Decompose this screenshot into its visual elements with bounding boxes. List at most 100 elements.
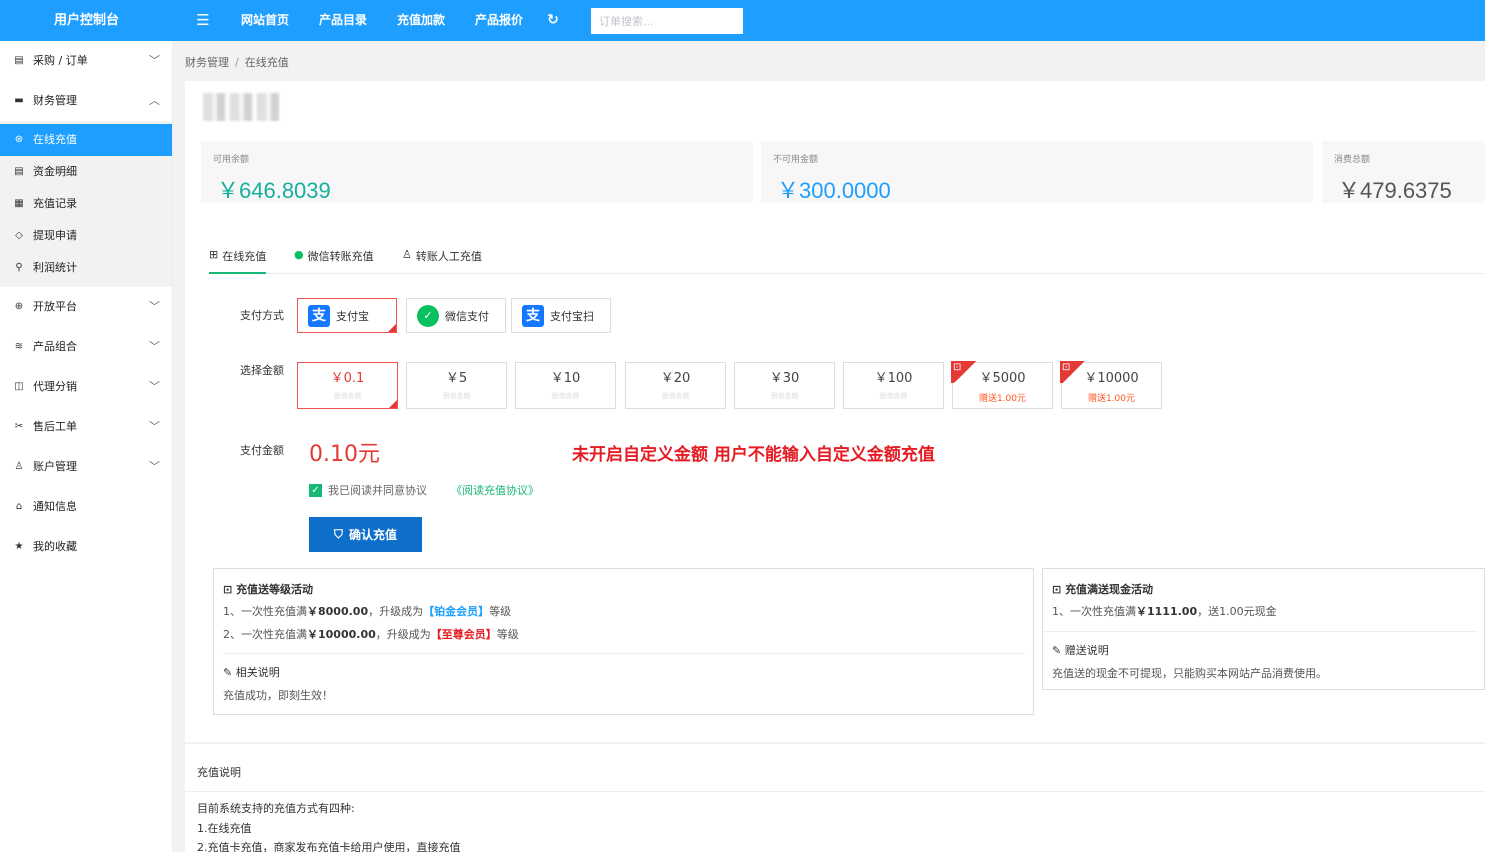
amount-option[interactable]: ⊡ ￥10000 赠送1.00元 — [1060, 361, 1162, 409]
pay-option-wechat[interactable]: ✓ 微信支付 — [406, 298, 506, 333]
promo-cash-note-title: ✎ 赠送说明 — [1052, 642, 1109, 658]
sidebar-item-recharge-records[interactable]: ▦ 充值记录 — [0, 188, 172, 220]
promo-cash-line: 1、一次性充值满￥1111.00，送1.00元现金 — [1052, 603, 1277, 619]
pay-option-alipay-scan[interactable]: 支 支付宝扫 — [511, 298, 611, 333]
tab-wechat-transfer[interactable]: ● 微信转账充值 — [294, 248, 374, 274]
recharge-description-card: 充值说明 目前系统支持的充值方式有四种: 1.在线充值 2.充值卡充值，商家发布… — [185, 744, 1485, 852]
pay-option-label: 支付宝 — [336, 309, 369, 323]
sidebar-item-favorites[interactable]: ★ 我的收藏 — [0, 527, 172, 567]
sidebar-item-online-recharge[interactable]: ⊛ 在线充值 — [0, 124, 172, 156]
chevron-down-icon: ﹀ — [149, 340, 160, 353]
menu-icon[interactable]: ☰ — [194, 11, 212, 29]
layers-icon: ≋ — [14, 341, 24, 352]
unavailable-balance-stat: 不可用金额 ￥300.0000 — [761, 141, 1313, 203]
promo-amount: ￥10000.00 — [307, 628, 376, 641]
confirm-button-label: 确认充值 — [349, 528, 398, 542]
agreement-checkbox[interactable]: ✓ — [309, 483, 322, 497]
tools-icon: ✂ — [14, 421, 24, 432]
finance-icon: ▬ — [14, 95, 24, 106]
chevron-down-icon: ﹀ — [149, 300, 160, 313]
amount-option[interactable]: ￥30 面值金额 — [734, 362, 835, 409]
amount-option[interactable]: ￥10 面值金额 — [515, 362, 616, 409]
pay-option-alipay[interactable]: 支 支付宝 — [297, 298, 397, 333]
nav-home[interactable]: 网站首页 — [226, 0, 304, 41]
pay-amount-value: 0.10元 — [309, 442, 380, 467]
agent-icon: ◫ — [14, 381, 24, 392]
chevron-down-icon: ﹀ — [149, 460, 160, 473]
amount-option[interactable]: ⊡ ￥5000 赠送1.00元 — [951, 361, 1053, 409]
brand-title[interactable]: 用户控制台 — [0, 0, 173, 41]
edit-note-icon: ✎ — [1052, 644, 1062, 657]
amount-option[interactable]: ￥100 面值金额 — [843, 362, 944, 409]
amount-gift-note: 赠送1.00元 — [1087, 394, 1136, 404]
promo-text: 等级 — [496, 628, 519, 641]
sidebar-item-label: 代理分销 — [33, 380, 77, 393]
promo-text: ，送1.00元现金 — [1197, 605, 1277, 618]
amount-sub: 面值金额 — [879, 392, 908, 400]
amount-label: 选择金额 — [240, 364, 284, 377]
yen-icon: ⊛ — [14, 134, 24, 145]
amount-gift-note: 赠送1.00元 — [978, 394, 1027, 404]
sidebar-item-label: 通知信息 — [33, 500, 77, 513]
nav-recharge[interactable]: 充值加款 — [382, 0, 460, 41]
divider — [223, 653, 1026, 654]
sidebar-item-notifications[interactable]: ⌂ 通知信息 — [0, 487, 172, 527]
amount-sub: 面值金额 — [661, 392, 690, 400]
sidebar-item-label: 在线充值 — [33, 133, 77, 146]
nav-catalog[interactable]: 产品目录 — [304, 0, 382, 41]
chevron-up-icon: ︿ — [149, 94, 160, 107]
tab-label: 微信转账充值 — [307, 250, 374, 263]
amount-option[interactable]: ￥5 面值金额 — [406, 362, 507, 409]
sidebar-item-agent[interactable]: ◫ 代理分销 ﹀ — [0, 367, 172, 407]
breadcrumb-current: 在线充值 — [244, 56, 289, 69]
tag-icon: ◇ — [15, 230, 23, 241]
chevron-down-icon: ﹀ — [149, 420, 160, 433]
sidebar-item-finance[interactable]: ▬ 财务管理 ︿ — [0, 81, 172, 121]
promo-text: 1、一次性充值满 — [1052, 605, 1136, 618]
confirm-recharge-button[interactable]: ⛉ 确认充值 — [309, 517, 422, 552]
available-balance-label: 可用余额 — [213, 155, 250, 165]
calendar-icon: ▦ — [14, 198, 24, 209]
sidebar-item-open-platform[interactable]: ⊕ 开放平台 ﹀ — [0, 287, 172, 327]
promo-text: ，升级成为 — [368, 605, 424, 618]
promo-level-name: 【至尊会员】 — [430, 628, 497, 641]
promo-amount: ￥1111.00 — [1136, 605, 1198, 618]
breadcrumb-separator: / — [235, 56, 239, 69]
description-title: 充值说明 — [197, 766, 241, 779]
agreement-link[interactable]: 《阅读充值协议》 — [451, 482, 539, 498]
wechat-pay-icon: ✓ — [417, 304, 439, 327]
edit-note-icon: ✎ — [223, 666, 233, 679]
sidebar-item-label: 产品组合 — [33, 340, 77, 353]
alipay-icon: 支 — [308, 304, 330, 327]
tab-online-recharge[interactable]: ⊞ 在线充值 — [209, 248, 267, 274]
amount-option[interactable]: ￥0.1 面值金额 — [297, 362, 398, 409]
gift-icon: ⊡ — [951, 361, 979, 383]
recharge-tabs: ⊞ 在线充值 ● 微信转账充值 ♙ 转账人工充值 — [209, 230, 1485, 274]
promo-text: 2、一次性充值满 — [223, 628, 307, 641]
sidebar-item-fund-details[interactable]: ▤ 资金明细 — [0, 156, 172, 188]
note-title-text: 相关说明 — [235, 666, 280, 679]
balance-card: 可用余额 ￥646.8039 不可用金额 ￥300.0000 消费总额 ￥479… — [185, 81, 1485, 253]
sidebar-item-after-sales[interactable]: ✂ 售后工单 ﹀ — [0, 407, 172, 447]
custom-amount-notice: 未开启自定义金额 用户不能输入自定义金额充值 — [572, 445, 935, 465]
chevron-down-icon: ﹀ — [149, 380, 160, 393]
gift-icon: ⊡ — [1052, 583, 1062, 596]
refresh-icon[interactable]: ↻ — [545, 11, 561, 29]
total-spent-value: ￥479.6375 — [1338, 178, 1452, 203]
nav-quote[interactable]: 产品报价 — [460, 0, 538, 41]
shield-icon: ⛉ — [333, 527, 343, 541]
breadcrumb-parent[interactable]: 财务管理 — [185, 56, 229, 69]
amount-option[interactable]: ￥20 面值金额 — [625, 362, 726, 409]
tab-manual-transfer[interactable]: ♙ 转账人工充值 — [402, 248, 482, 274]
sidebar-item-orders[interactable]: ▤ 采购 / 订单 ﹀ — [0, 41, 172, 81]
user-icon: ♙ — [14, 461, 24, 472]
sidebar-item-account[interactable]: ♙ 账户管理 ﹀ — [0, 447, 172, 487]
sidebar-item-profit-stats[interactable]: ⚲ 利润统计 — [0, 252, 172, 284]
sidebar-item-withdraw[interactable]: ◇ 提现申请 — [0, 220, 172, 252]
order-search-input[interactable] — [591, 8, 743, 34]
amount-sub: 面值金额 — [551, 392, 580, 400]
sidebar-item-product-bundle[interactable]: ≋ 产品组合 ﹀ — [0, 327, 172, 367]
divider — [1043, 631, 1477, 632]
selected-corner-mark — [388, 324, 396, 332]
promo-cash-title: ⊡ 充值满送现金活动 — [1052, 581, 1153, 597]
